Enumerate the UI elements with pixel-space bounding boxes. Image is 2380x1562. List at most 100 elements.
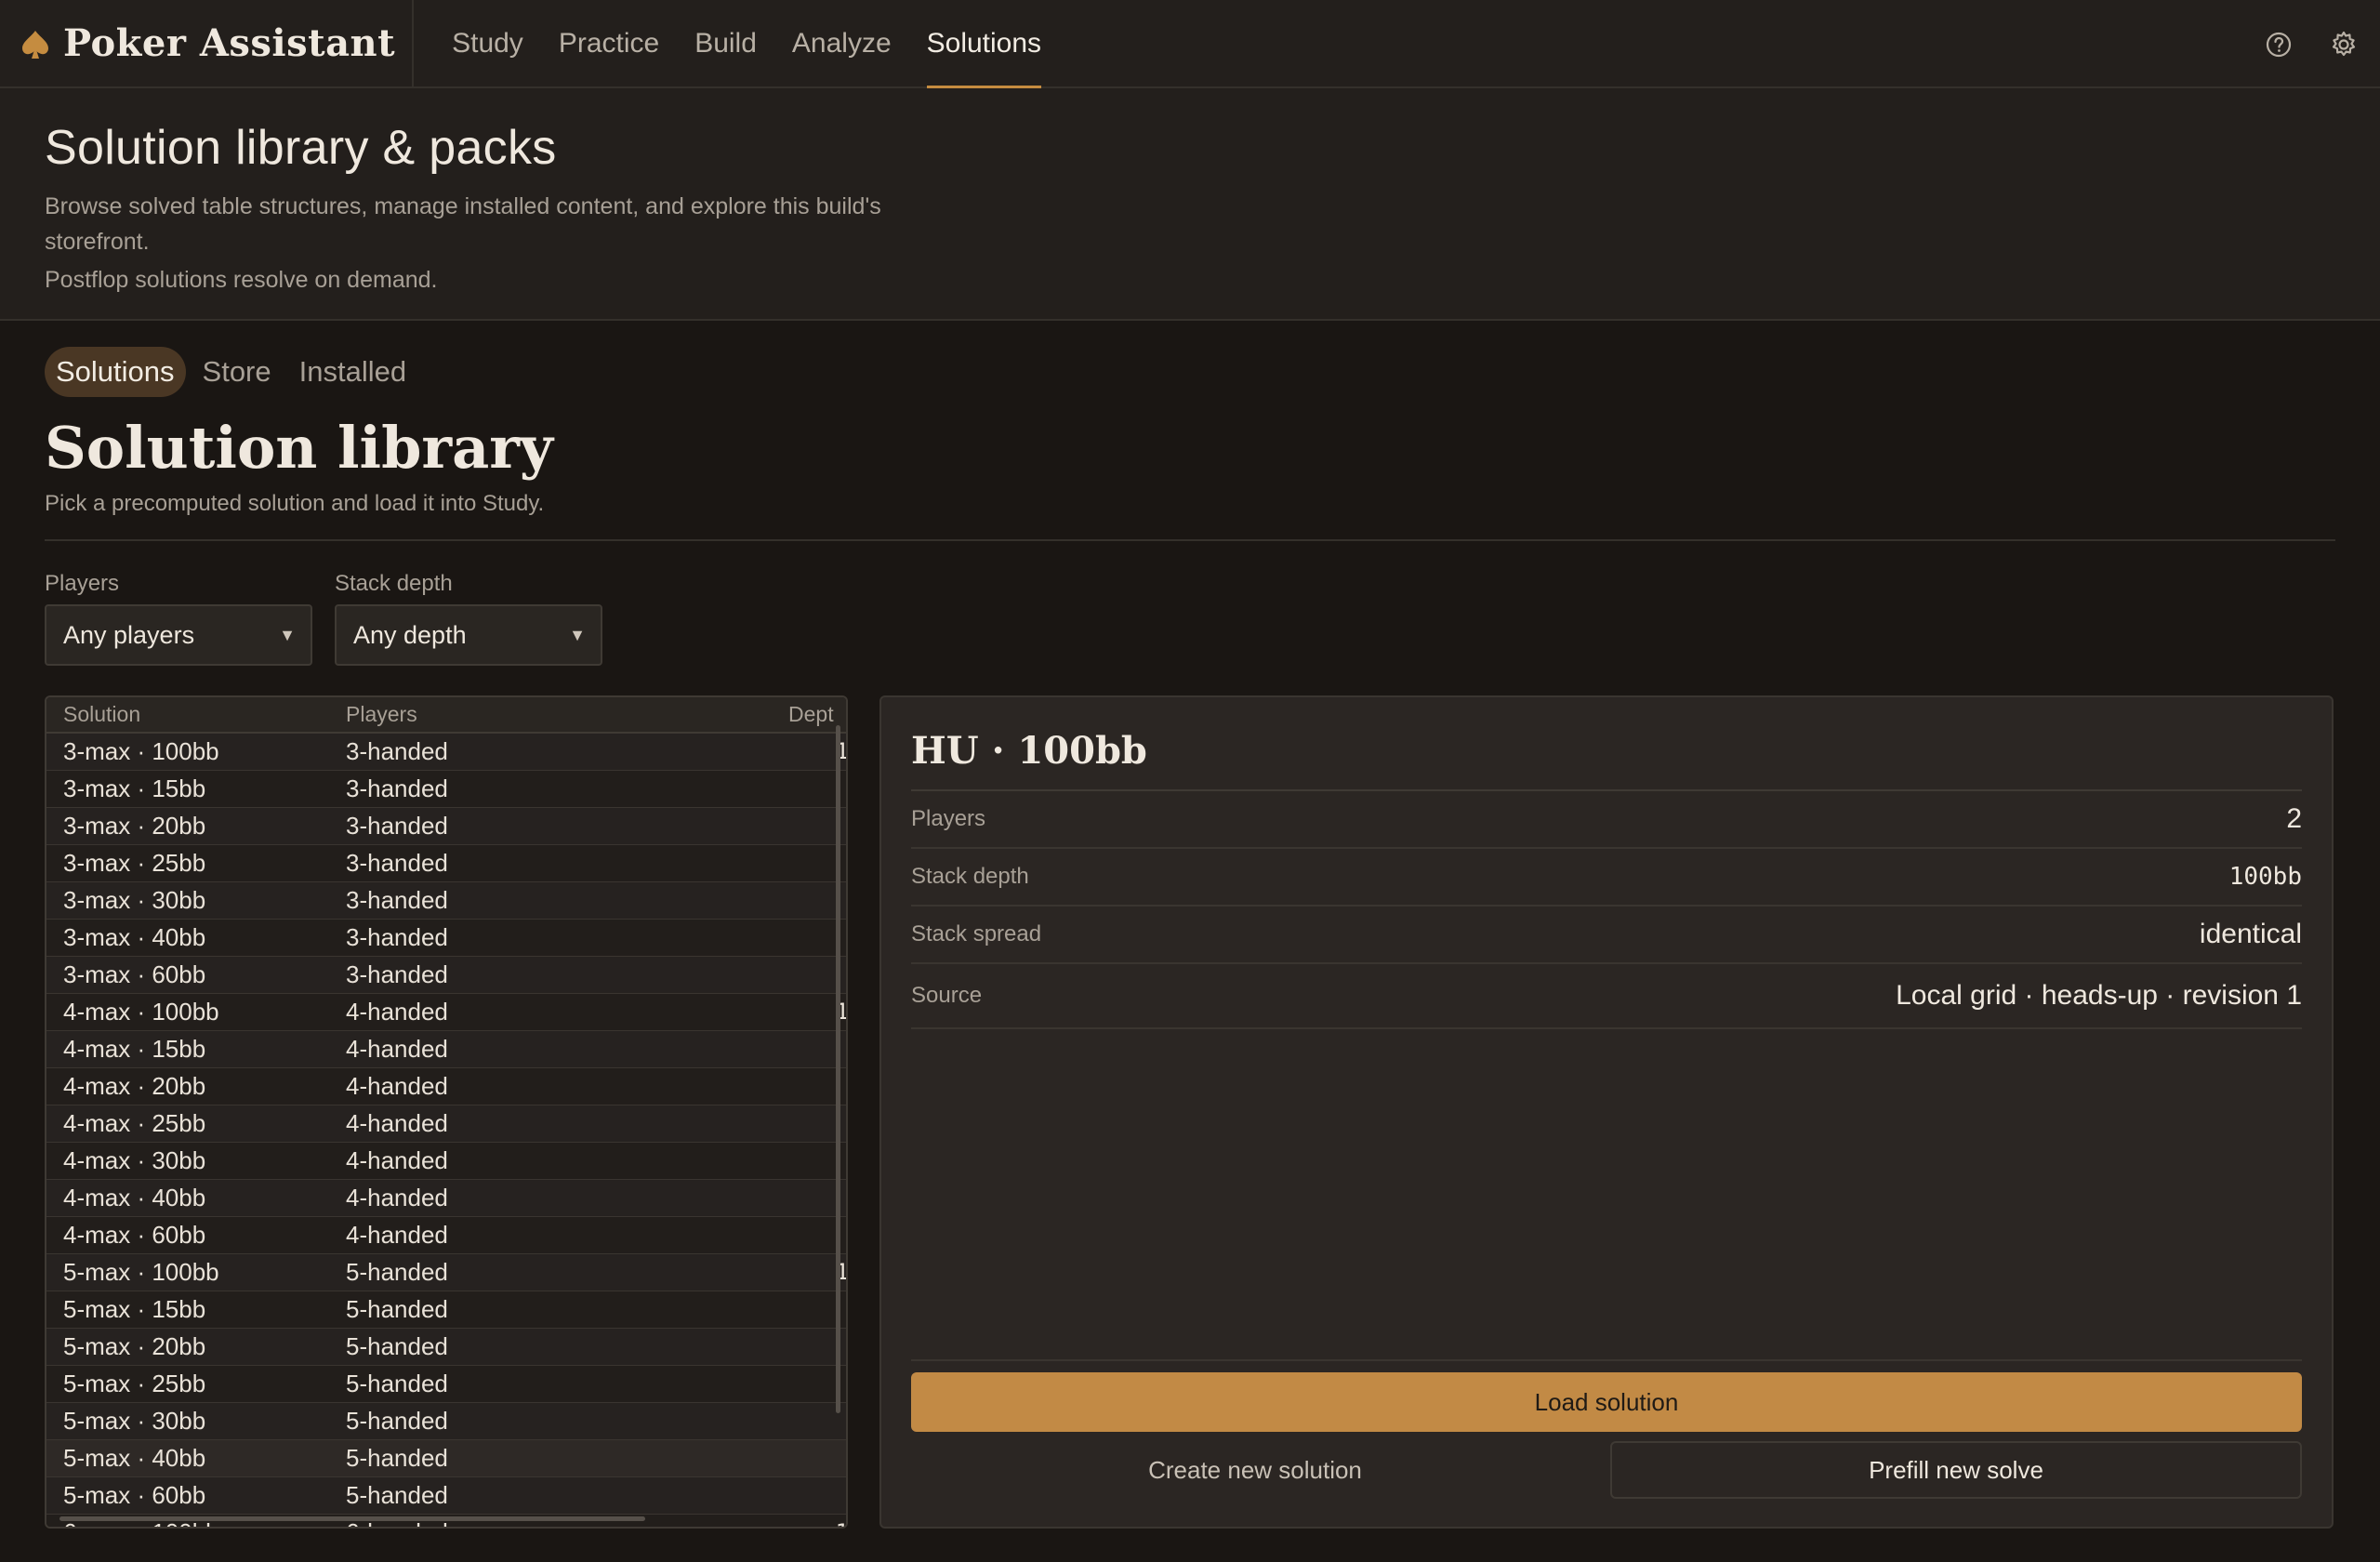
solution-cell: 3-max · 100bb (46, 733, 329, 771)
detail-value: Local grid · heads-up · revision 1 (1896, 980, 2302, 1011)
table-row[interactable]: 5-max · 25bb5-handed25 (46, 1365, 846, 1403)
load-solution-button[interactable]: Load solution (911, 1372, 2302, 1432)
players-cell: 5-handed (329, 1365, 720, 1403)
players-cell: 4-handed (329, 1067, 720, 1105)
players-cell: 5-handed (329, 1476, 720, 1515)
column-header-players[interactable]: Players (329, 697, 720, 734)
solution-cell: 4-max · 60bb (46, 1216, 329, 1254)
prefill-new-solve-button[interactable]: Prefill new solve (1610, 1441, 2302, 1499)
sub-tabs: Solutions Store Installed (45, 347, 2335, 397)
depth-cell: 40 (720, 1439, 846, 1477)
table-row[interactable]: 4-max · 20bb4-handed20 (46, 1067, 846, 1105)
horizontal-scrollbar[interactable] (60, 1516, 645, 1521)
depth-cell: 20 (720, 1067, 846, 1105)
table-row[interactable]: 5-max · 40bb5-handed40 (46, 1439, 846, 1477)
players-cell: 3-handed (329, 956, 720, 994)
players-cell: 5-handed (329, 1253, 720, 1291)
players-cell: 4-handed (329, 1216, 720, 1254)
depth-cell: 15 (720, 770, 846, 808)
players-filter-label: Players (45, 571, 120, 596)
detail-row: Source Local grid · heads-up · revision … (911, 964, 2302, 1029)
solution-cell: 3-max · 15bb (46, 770, 329, 808)
solution-cell: 4-max · 15bb (46, 1030, 329, 1068)
column-header-solution[interactable]: Solution (46, 697, 329, 734)
table-row[interactable]: 3-max · 40bb3-handed40 (46, 919, 846, 957)
table-row[interactable]: 4-max · 25bb4-handed25 (46, 1105, 846, 1143)
main-content: Solutions Store Installed Solution libra… (0, 321, 2380, 1529)
solutions-table-container[interactable]: Solution Players Dept 3-max · 100bb 3-han… (45, 695, 848, 1529)
table-row[interactable]: 3-max · 60bb3-handed60 (46, 956, 846, 994)
tab-installed[interactable]: Installed (288, 347, 417, 397)
help-icon[interactable] (2263, 29, 2294, 60)
library-title: Solution library (45, 414, 553, 482)
stack-select[interactable]: Any depth ▼ (335, 604, 602, 666)
depth-cell: 40 (720, 1179, 846, 1217)
top-bar: Poker Assistant Study Practice Build Ana… (0, 0, 2380, 88)
main-nav: Study Practice Build Analyze Solutions (414, 0, 1059, 88)
depth-cell: 40 (720, 919, 846, 957)
page-description: Browse solved table structures, manage i… (45, 193, 881, 255)
table-row[interactable]: 5-max · 20bb5-handed20 (46, 1328, 846, 1366)
detail-value: identical (2199, 919, 2302, 949)
solution-cell: 5-max · 60bb (46, 1476, 329, 1515)
solution-cell: 4-max · 40bb (46, 1179, 329, 1217)
column-header-depth[interactable]: Dept (720, 697, 846, 734)
depth-cell: 100 (720, 1253, 846, 1291)
table-row[interactable]: 4-max · 15bb4-handed15 (46, 1030, 846, 1068)
tab-solutions[interactable]: Solutions (45, 347, 186, 397)
solution-cell: 4-max · 25bb (46, 1105, 329, 1143)
depth-cell: 100 (720, 1514, 846, 1527)
nav-analyze[interactable]: Analyze (774, 0, 909, 86)
nav-study[interactable]: Study (434, 0, 541, 86)
solution-cell: 3-max · 25bb (46, 844, 329, 882)
table-row[interactable]: 4-max · 30bb4-handed30 (46, 1142, 846, 1180)
players-select[interactable]: Any players ▼ (45, 604, 312, 666)
table-row[interactable]: 4-max · 100bb4-handed100 (46, 993, 846, 1031)
tab-store[interactable]: Store (192, 347, 283, 397)
create-new-solution-button[interactable]: Create new solution (911, 1441, 1599, 1499)
brand[interactable]: Poker Assistant (0, 0, 415, 86)
detail-label: Players (911, 806, 986, 831)
players-cell: 4-handed (329, 1030, 720, 1068)
nav-solutions[interactable]: Solutions (909, 0, 1059, 88)
table-row[interactable]: 3-max · 15bb3-handed15 (46, 770, 846, 808)
depth-cell: 25 (720, 1365, 846, 1403)
table-body: 3-max · 100bb3-handed1003-max · 15bb3-ha… (46, 733, 846, 1527)
detail-row: Players 2 (911, 791, 2302, 849)
depth-cell: 60 (720, 1476, 846, 1515)
players-cell: 3-handed (329, 770, 720, 808)
table-row[interactable]: 3-max · 25bb3-handed25 (46, 844, 846, 882)
table-row[interactable]: 4-max · 40bb4-handed40 (46, 1179, 846, 1217)
players-cell: 3-handed (329, 807, 720, 845)
table-row[interactable]: 5-max · 60bb5-handed60 (46, 1476, 846, 1515)
players-cell: 4-handed (329, 993, 720, 1031)
table-row[interactable]: 5-max · 15bb5-handed15 (46, 1291, 846, 1329)
solutions-table: Solution Players Dept 3-max · 100bb 3-han… (46, 697, 846, 1527)
table-row[interactable]: 5-max · 100bb5-handed100 (46, 1253, 846, 1291)
solution-cell: 5-max · 20bb (46, 1328, 329, 1366)
detail-title: HU · 100bb (911, 729, 2302, 791)
table-row[interactable]: 3-max · 30bb3-handed30 (46, 881, 846, 920)
detail-value: 2 (2286, 803, 2302, 834)
stack-filter-label: Stack depth (335, 571, 453, 596)
table-row[interactable]: 5-max · 30bb5-handed30 (46, 1402, 846, 1440)
table-row[interactable]: 3-max · 100bb3-handed100 (46, 733, 846, 771)
app-name: Poker Assistant (63, 21, 396, 65)
players-cell: 3-handed (329, 881, 720, 920)
vertical-scrollbar[interactable] (836, 725, 840, 1413)
table-row[interactable]: 4-max · 60bb4-handed60 (46, 1216, 846, 1254)
nav-practice[interactable]: Practice (541, 0, 677, 86)
detail-actions: Load solution Create new solution Prefil… (911, 1359, 2302, 1499)
players-cell: 5-handed (329, 1439, 720, 1477)
spade-logo-icon (20, 29, 50, 59)
filters: Players Any players ▼ Stack depth Any de… (45, 571, 2335, 666)
nav-build[interactable]: Build (677, 0, 774, 86)
gear-icon[interactable] (2328, 29, 2360, 60)
solution-cell: 3-max · 20bb (46, 807, 329, 845)
caret-down-icon: ▼ (569, 625, 586, 644)
solution-cell: 3-max · 40bb (46, 919, 329, 957)
solution-cell: 4-max · 30bb (46, 1142, 329, 1180)
page-title: Solution library & packs (45, 121, 557, 175)
solution-cell: 5-max · 25bb (46, 1365, 329, 1403)
table-row[interactable]: 3-max · 20bb3-handed20 (46, 807, 846, 845)
